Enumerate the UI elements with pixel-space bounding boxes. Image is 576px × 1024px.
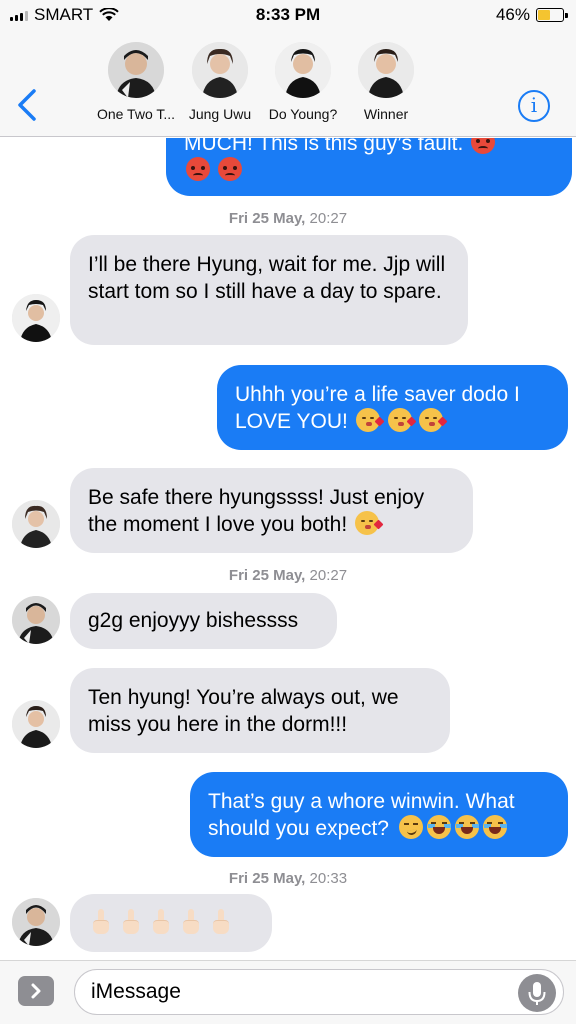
middle-finger-icon — [121, 909, 141, 935]
kissing-face-icon — [354, 511, 379, 535]
microphone-icon[interactable] — [518, 974, 556, 1012]
outgoing-message[interactable]: MUCH! This is this guy’s fault. — [166, 138, 572, 196]
avatar[interactable] — [12, 294, 60, 342]
status-bar: SMART 8:33 PM 46% — [0, 0, 576, 30]
outgoing-message[interactable]: Uhhh you’re a life saver dodo I LOVE YOU… — [217, 365, 568, 450]
chevron-left-icon[interactable] — [14, 88, 40, 122]
battery-percent: 46% — [495, 5, 530, 24]
kissing-face-icon — [355, 408, 380, 432]
compose-bar: iMessage — [0, 960, 576, 1024]
conversation-header: One Two T... Jung Uwu Do Young? Winner i — [0, 30, 576, 137]
timestamp: Fri 25 May, 20:33 — [0, 870, 576, 887]
smirking-face-icon — [398, 815, 423, 839]
middle-finger-icon — [91, 909, 111, 935]
middle-finger-icon — [211, 909, 231, 935]
outgoing-message[interactable]: That’s guy a whore winwin. What should y… — [190, 772, 568, 857]
avatar — [108, 42, 164, 98]
info-icon[interactable]: i — [518, 90, 550, 122]
avatar[interactable] — [12, 898, 60, 946]
battery-icon — [536, 8, 568, 22]
message-text: I’ll be there Hyung, wait for me. Jjp wi… — [88, 253, 446, 303]
tears-of-joy-icon — [426, 815, 451, 839]
participant-name: Winner — [363, 106, 409, 122]
avatar — [192, 42, 248, 98]
participant-winner[interactable]: Winner — [336, 42, 436, 122]
timestamp-time: 20:27 — [309, 567, 348, 584]
angry-face-icon — [186, 157, 210, 181]
timestamp-date: Fri 25 May, — [228, 210, 306, 227]
status-right: 46% — [495, 5, 568, 25]
message-input[interactable]: iMessage — [74, 969, 564, 1015]
incoming-message[interactable]: g2g enjoyyy bishessss — [70, 593, 337, 649]
incoming-message[interactable]: Be safe there hyungssss! Just enjoy the … — [70, 468, 473, 553]
timestamp-time: 20:33 — [309, 870, 348, 887]
angry-face-icon — [471, 138, 496, 154]
status-time: 8:33 PM — [255, 5, 321, 24]
incoming-message[interactable] — [70, 894, 272, 952]
avatar[interactable] — [12, 596, 60, 644]
avatar[interactable] — [12, 500, 60, 548]
app-store-icon[interactable] — [18, 976, 54, 1006]
timestamp: Fri 25 May, 20:27 — [0, 210, 576, 227]
timestamp-date: Fri 25 May, — [228, 870, 306, 887]
message-text: MUCH! This is this guy’s fault. — [184, 138, 470, 155]
middle-finger-icon — [151, 909, 171, 935]
tears-of-joy-icon — [482, 815, 507, 839]
message-text: Ten hyung! You’re always out, we miss yo… — [88, 686, 399, 736]
incoming-message[interactable]: I’ll be there Hyung, wait for me. Jjp wi… — [70, 235, 468, 345]
avatar — [358, 42, 414, 98]
avatar[interactable] — [12, 700, 60, 748]
kissing-face-icon — [387, 408, 412, 432]
kissing-face-icon — [419, 408, 444, 432]
message-text: g2g enjoyyy bishessss — [88, 609, 299, 632]
timestamp: Fri 25 May, 20:27 — [0, 567, 576, 584]
middle-finger-icon — [181, 909, 201, 935]
message-thread[interactable]: MUCH! This is this guy’s fault. Fri 25 M… — [0, 138, 576, 960]
tears-of-joy-icon — [454, 815, 479, 839]
timestamp-time: 20:27 — [309, 210, 348, 227]
battery-fill — [538, 10, 550, 20]
angry-face-icon — [217, 157, 242, 181]
avatar — [275, 42, 331, 98]
timestamp-date: Fri 25 May, — [228, 567, 306, 584]
incoming-message[interactable]: Ten hyung! You’re always out, we miss yo… — [70, 668, 450, 753]
